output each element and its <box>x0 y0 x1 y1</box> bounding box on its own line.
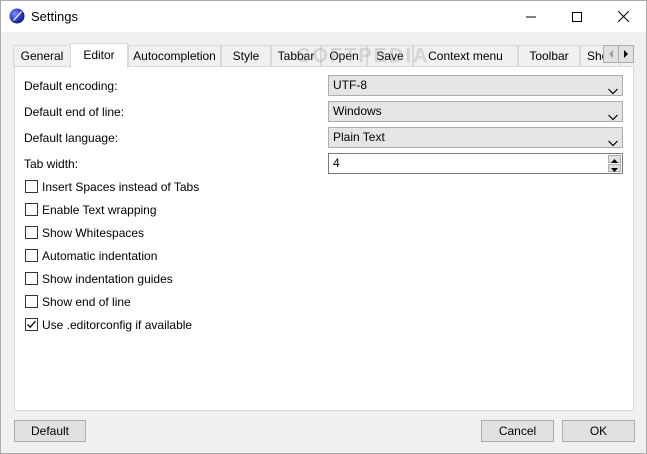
chevron-down-icon <box>608 82 618 95</box>
option-insert-spaces[interactable]: Insert Spaces instead of Tabs <box>25 179 325 195</box>
encoding-label: Default encoding: <box>24 79 118 93</box>
tab-general[interactable]: General <box>13 45 71 67</box>
encoding-value: UTF-8 <box>333 78 367 92</box>
option-label: Automatic indentation <box>42 249 158 263</box>
settings-window: Settings SOFTPEDIA General Editor Autoco… <box>0 0 647 454</box>
language-label: Default language: <box>24 131 119 145</box>
tab-editor[interactable]: Editor <box>70 43 128 68</box>
editor-settings-panel: Default encoding: UTF-8 Default end of l… <box>14 66 634 411</box>
maximize-button[interactable] <box>554 1 600 32</box>
tab-open[interactable]: Open <box>321 45 367 67</box>
window-title: Settings <box>31 9 78 24</box>
close-button[interactable] <box>600 1 646 32</box>
checkmark-icon <box>27 320 36 329</box>
checkbox[interactable] <box>25 295 38 308</box>
app-logo-icon <box>9 8 25 24</box>
spinner-buttons <box>608 155 621 172</box>
checkbox[interactable] <box>25 180 38 193</box>
tab-context-menu[interactable]: Context menu <box>413 45 518 67</box>
checkbox[interactable] <box>25 249 38 262</box>
option-indentation-guides[interactable]: Show indentation guides <box>25 271 325 287</box>
option-editorconfig[interactable]: Use .editorconfig if available <box>25 317 325 333</box>
title-bar: Settings <box>1 1 646 32</box>
checkbox[interactable] <box>25 272 38 285</box>
chevron-right-icon <box>623 47 629 61</box>
minimize-button[interactable] <box>508 1 554 32</box>
option-label: Show Whitespaces <box>42 226 145 240</box>
tab-save[interactable]: Save <box>367 45 413 67</box>
tab-style[interactable]: Style <box>221 45 271 67</box>
tab-tabbar[interactable]: Tabbar <box>271 45 321 67</box>
option-auto-indentation[interactable]: Automatic indentation <box>25 248 325 264</box>
close-icon <box>617 11 629 22</box>
tab-scroll-right-button[interactable] <box>618 45 634 63</box>
option-label: Show end of line <box>42 295 131 309</box>
language-select[interactable]: Plain Text <box>328 127 623 148</box>
eol-label: Default end of line: <box>24 105 125 119</box>
maximize-icon <box>572 11 582 22</box>
tab-autocompletion[interactable]: Autocompletion <box>128 45 221 67</box>
tab-strip: General Editor Autocompletion Style Tabb… <box>13 43 636 68</box>
tab-width-label: Tab width: <box>24 157 79 171</box>
caret-down-icon <box>611 159 618 178</box>
chevron-down-icon <box>608 108 618 121</box>
option-show-eol[interactable]: Show end of line <box>25 294 325 310</box>
option-label: Insert Spaces instead of Tabs <box>42 180 200 194</box>
language-value: Plain Text <box>333 130 385 144</box>
chevron-left-icon <box>608 47 614 61</box>
tab-toolbar[interactable]: Toolbar <box>518 45 580 67</box>
chevron-down-icon <box>608 134 618 147</box>
option-label: Use .editorconfig if available <box>42 318 193 332</box>
tab-scroll-left-button[interactable] <box>603 45 619 63</box>
minimize-icon <box>526 12 536 22</box>
tab-width-spinbox[interactable]: 4 <box>328 153 623 174</box>
checkbox-checked[interactable] <box>25 318 38 331</box>
option-text-wrapping[interactable]: Enable Text wrapping <box>25 202 325 218</box>
checkbox[interactable] <box>25 203 38 216</box>
tab-width-value: 4 <box>333 156 340 170</box>
default-button[interactable]: Default <box>14 420 86 442</box>
option-label: Show indentation guides <box>42 272 173 286</box>
spin-down-button[interactable] <box>608 164 621 172</box>
eol-value: Windows <box>333 104 382 118</box>
eol-select[interactable]: Windows <box>328 101 623 122</box>
cancel-button[interactable]: Cancel <box>481 420 554 442</box>
option-show-whitespaces[interactable]: Show Whitespaces <box>25 225 325 241</box>
checkbox[interactable] <box>25 226 38 239</box>
ok-button[interactable]: OK <box>562 420 635 442</box>
option-label: Enable Text wrapping <box>42 203 157 217</box>
encoding-select[interactable]: UTF-8 <box>328 75 623 96</box>
